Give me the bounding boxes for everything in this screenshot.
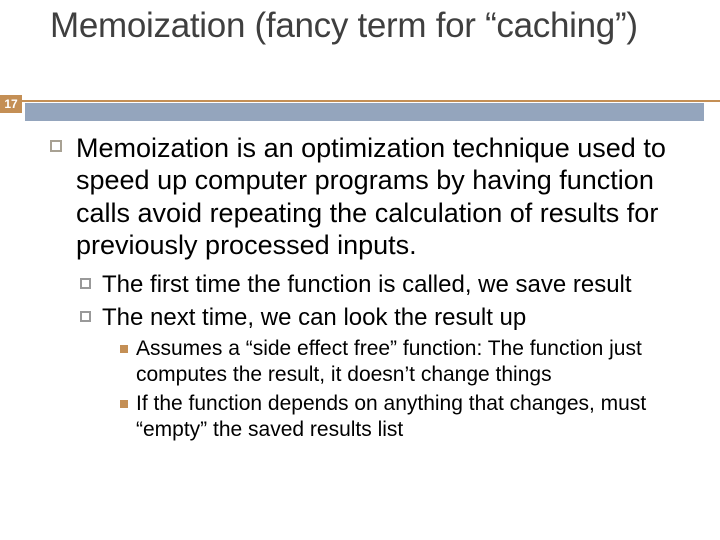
square-outline-icon — [80, 311, 91, 322]
square-outline-icon — [80, 278, 91, 289]
bullet-level3: Assumes a “side effect free” function: T… — [50, 336, 690, 387]
bullet-text: Assumes a “side effect free” function: T… — [136, 337, 642, 386]
slide-body: Memoization is an optimization technique… — [50, 132, 690, 443]
bullet-text: The next time, we can look the result up — [102, 304, 526, 331]
bullet-level2: The next time, we can look the result up — [50, 303, 690, 332]
bullet-level2: The first time the function is called, w… — [50, 270, 690, 299]
slide: Memoization (fancy term for “caching”) 1… — [0, 0, 720, 540]
slide-title: Memoization (fancy term for “caching”) — [50, 6, 690, 46]
bullet-text: Memoization is an optimization technique… — [76, 133, 666, 260]
square-outline-icon — [50, 140, 62, 152]
page-number-badge: 17 — [0, 95, 22, 113]
accent-bar — [25, 103, 704, 121]
bullet-level1: Memoization is an optimization technique… — [50, 132, 690, 262]
square-solid-icon — [120, 345, 128, 353]
bullet-text: The first time the function is called, w… — [102, 271, 632, 298]
bullet-level3: If the function depends on anything that… — [50, 391, 690, 442]
bullet-text: If the function depends on anything that… — [136, 392, 646, 441]
square-solid-icon — [120, 400, 128, 408]
